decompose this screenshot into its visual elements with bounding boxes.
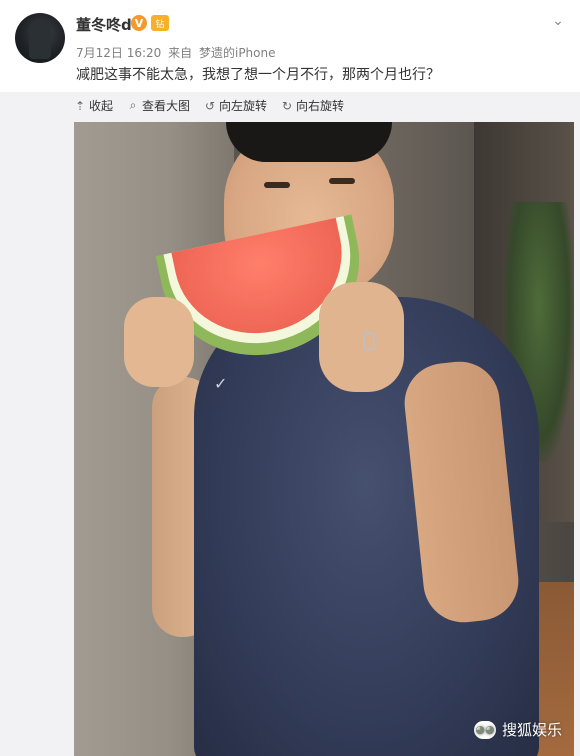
view-large-button[interactable]: ⌕ 查看大图 <box>127 97 190 114</box>
photo-right-hand <box>319 282 404 392</box>
post-date[interactable]: 7月12日 16:20 <box>76 46 161 60</box>
photo-right-eye <box>329 178 355 184</box>
media-box: ⇡ 收起 ⌕ 查看大图 ↺ 向左旋转 ↻ 向右旋转 ✓ ◕◕ 搜狐娱乐 <box>0 92 580 756</box>
collapse-button[interactable]: ⇡ 收起 <box>74 97 113 114</box>
watermark: ◕◕ 搜狐娱乐 <box>473 719 562 740</box>
avatar[interactable] <box>15 13 65 63</box>
post-header: 董冬咚d V 钻 ⌄ 7月12日 16:20 来自 梦遗的iPhone 减肥这事… <box>0 0 580 92</box>
username[interactable]: 董冬咚d <box>76 14 132 35</box>
rotate-left-button[interactable]: ↺ 向左旋转 <box>204 97 267 114</box>
rotate-right-button[interactable]: ↻ 向右旋转 <box>281 97 344 114</box>
source-name[interactable]: 梦遗的iPhone <box>199 46 276 60</box>
media-toolbar: ⇡ 收起 ⌕ 查看大图 ↺ 向左旋转 ↻ 向右旋转 <box>74 97 344 114</box>
post-text: 减肥这事不能太急，我想了想一个月不行，那两个月也行？ <box>76 67 440 83</box>
verified-badge-icon[interactable]: V <box>131 15 147 31</box>
view-large-label: 查看大图 <box>142 99 191 113</box>
member-badge-icon[interactable]: 钻 <box>151 15 169 31</box>
rotate-left-icon: ↺ <box>205 98 216 113</box>
post-photo[interactable]: ✓ ◕◕ 搜狐娱乐 <box>74 122 574 756</box>
post-meta: 7月12日 16:20 来自 梦遗的iPhone <box>76 44 276 61</box>
source-prefix: 来自 <box>168 46 193 60</box>
wechat-icon: ◕◕ <box>473 720 496 739</box>
photo-hair <box>226 122 392 162</box>
collapse-label: 收起 <box>89 99 114 113</box>
search-icon: ⌕ <box>129 98 137 112</box>
rotate-left-label: 向左旋转 <box>219 99 268 113</box>
photo-left-hand <box>124 297 194 387</box>
chevron-down-icon[interactable]: ⌄ <box>550 13 566 29</box>
photo-left-eye <box>264 182 290 188</box>
rotate-right-icon: ↻ <box>282 98 293 113</box>
arrow-up-icon: ⇡ <box>74 98 86 113</box>
watermark-label: 搜狐娱乐 <box>501 721 562 739</box>
user-badges: V 钻 <box>131 15 169 31</box>
rotate-right-label: 向右旋转 <box>296 99 345 113</box>
photo-logo: ✓ <box>214 374 228 393</box>
photo-ring <box>363 332 375 350</box>
